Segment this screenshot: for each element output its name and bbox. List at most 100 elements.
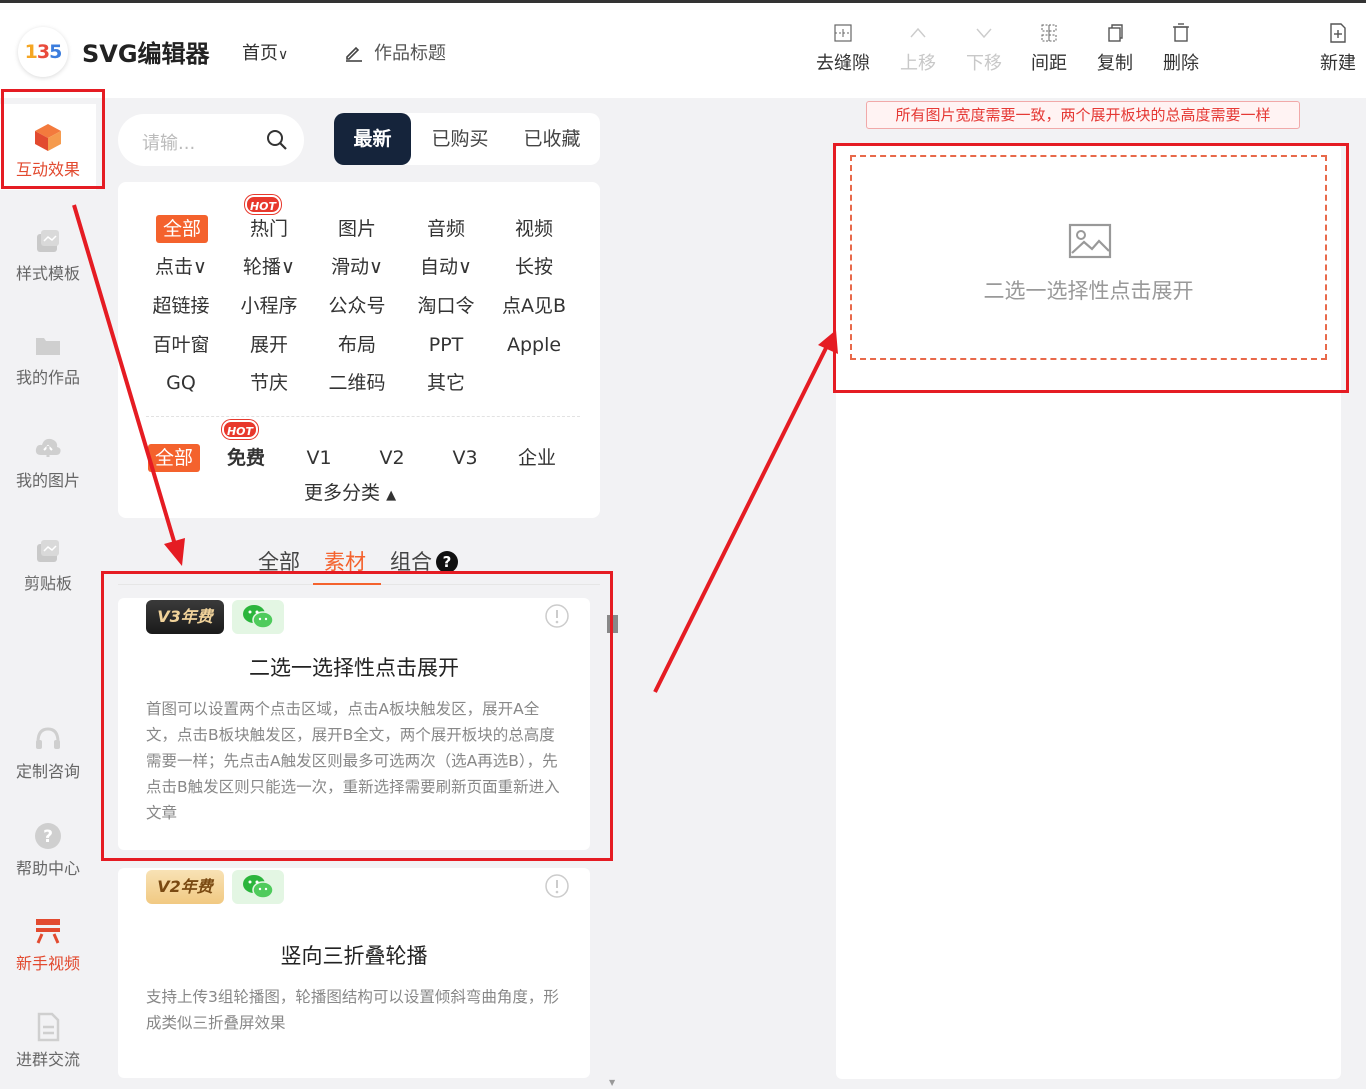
nav-label: 剪贴板 [23, 574, 72, 593]
category-gq[interactable]: GQ [146, 369, 216, 397]
category-mini-program[interactable]: 小程序 [234, 292, 304, 320]
category-hyperlink[interactable]: 超链接 [146, 292, 216, 320]
work-title-text: 作品标题 [374, 43, 446, 64]
document-icon [37, 1012, 60, 1042]
nav-beginner-videos[interactable]: 新手视频 [0, 916, 96, 974]
nav-join-group[interactable]: 进群交流 [0, 1012, 96, 1070]
category-blinds[interactable]: 百叶窗 [146, 331, 216, 359]
nav-label: 我的图片 [15, 471, 80, 490]
caret-up-icon: ▲ [386, 488, 397, 503]
info-icon[interactable] [544, 873, 570, 899]
nav-help-center[interactable]: ? 帮助中心 [0, 821, 96, 879]
wechat-icon [243, 875, 274, 899]
price-v2[interactable]: V2 [357, 444, 427, 472]
copy-icon [1108, 24, 1123, 42]
category-official-account[interactable]: 公众号 [322, 292, 392, 320]
home-dropdown[interactable]: 首页∨ [242, 39, 288, 65]
tab-latest[interactable]: 最新 [334, 113, 411, 165]
home-dropdown-label: 首页 [242, 43, 278, 64]
category-apple[interactable]: Apple [499, 331, 569, 359]
logo-digit: 5 [49, 41, 62, 63]
delete-button[interactable]: 删除 [1149, 23, 1213, 75]
price-v3[interactable]: V3 [430, 444, 500, 472]
wechat-badge [232, 870, 284, 904]
spacing-icon [1041, 24, 1057, 42]
search-input[interactable]: 请输... [142, 129, 195, 155]
tool-label: 下移 [966, 53, 1002, 74]
header: 135 SVG编辑器 首页∨ 作品标题 去缝隙 上移 下移 间距 复制 删除 新… [0, 3, 1366, 98]
category-taobao-code[interactable]: 淘口令 [411, 292, 481, 320]
logo-digit: 1 [24, 41, 38, 63]
chevron-up-icon [910, 27, 926, 38]
category-click-a-see-b[interactable]: 点A见B [495, 292, 573, 320]
category-image[interactable]: 图片 [322, 215, 392, 243]
price-free[interactable]: 免费 [211, 444, 281, 472]
logo[interactable]: 135 [18, 27, 68, 77]
price-v1[interactable]: V1 [284, 444, 354, 472]
category-layout[interactable]: 布局 [322, 331, 392, 359]
category-hot[interactable]: 热门 [234, 215, 304, 243]
logo-digit: 3 [36, 41, 50, 63]
folder-icon [36, 338, 60, 355]
category-expand[interactable]: 展开 [234, 331, 304, 359]
chevron-down-icon: ∨ [278, 47, 289, 63]
sort-tabs: 最新 已购买 已收藏 [334, 113, 600, 165]
move-down-button[interactable]: 下移 [952, 23, 1016, 75]
nav-label: 帮助中心 [15, 859, 80, 878]
help-icon[interactable]: ? [436, 551, 458, 573]
category-click[interactable]: 点击∨ [146, 253, 216, 281]
price-enterprise[interactable]: 企业 [502, 444, 572, 472]
category-video[interactable]: 视频 [499, 215, 569, 243]
card-title: 竖向三折叠轮播 [280, 944, 428, 968]
tool-label: 删除 [1163, 53, 1199, 74]
search-box[interactable]: 请输... [118, 114, 304, 166]
tool-label: 去缝隙 [816, 53, 870, 74]
help-icon: ? [35, 823, 61, 849]
nav-label: 新手视频 [15, 954, 80, 973]
tab-favorited[interactable]: 已收藏 [512, 113, 592, 165]
annotation-box-card [101, 571, 613, 861]
nav-style-templates[interactable]: 样式模板 [0, 226, 96, 284]
nav-label: 我的作品 [15, 368, 80, 387]
remove-gap-button[interactable]: 去缝隙 [811, 23, 875, 75]
category-qrcode[interactable]: 二维码 [322, 369, 392, 397]
tool-label: 复制 [1097, 53, 1133, 74]
card-description: 支持上传3组轮播图，轮播图结构可以设置倾斜弯曲角度，形成类似三折叠屏效果 [146, 988, 559, 1032]
category-slide[interactable]: 滑动∨ [322, 253, 392, 281]
work-title-editor[interactable]: 作品标题 [344, 39, 446, 65]
material-card[interactable]: V2年费 竖向三折叠轮播 支持上传3组轮播图，轮播图结构可以设置倾斜弯曲角度，形… [118, 868, 590, 1078]
nav-label: 定制咨询 [15, 762, 80, 781]
price-all[interactable]: 全部 [148, 444, 200, 472]
new-file-icon [1330, 23, 1346, 43]
new-button[interactable]: 新建 [1306, 23, 1366, 75]
version-badge: V2年费 [146, 870, 224, 904]
template-icon [37, 230, 59, 252]
tab-purchased[interactable]: 已购买 [420, 113, 500, 165]
category-other[interactable]: 其它 [411, 369, 481, 397]
tool-label: 上移 [900, 53, 936, 74]
category-auto[interactable]: 自动∨ [411, 253, 481, 281]
copy-button[interactable]: 复制 [1083, 23, 1147, 75]
tool-label: 间距 [1031, 53, 1067, 74]
spacing-button[interactable]: 间距 [1017, 23, 1081, 75]
nav-custom-consult[interactable]: 定制咨询 [0, 724, 96, 782]
hot-badge: HOT [245, 195, 281, 214]
hot-badge: HOT [222, 420, 258, 439]
tool-label: 新建 [1320, 53, 1356, 74]
more-categories-toggle[interactable]: 更多分类 ▲ [304, 478, 396, 505]
category-all[interactable]: 全部 [156, 215, 208, 243]
category-audio[interactable]: 音频 [411, 215, 481, 243]
scroll-down-arrow-icon[interactable]: ▼ [609, 1078, 615, 1087]
nav-clipboard[interactable]: 剪贴板 [0, 536, 96, 594]
category-long-press[interactable]: 长按 [499, 253, 569, 281]
category-carousel[interactable]: 轮播∨ [234, 253, 304, 281]
annotation-box-nav [1, 89, 105, 189]
search-icon[interactable] [266, 129, 288, 151]
category-ppt[interactable]: PPT [411, 331, 481, 359]
category-festival[interactable]: 节庆 [234, 369, 304, 397]
nav-my-images[interactable]: 我的图片 [0, 433, 96, 491]
gap-icon [834, 24, 852, 42]
move-up-button[interactable]: 上移 [886, 23, 950, 75]
cloud-upload-icon [35, 438, 61, 457]
nav-my-works[interactable]: 我的作品 [0, 330, 96, 388]
